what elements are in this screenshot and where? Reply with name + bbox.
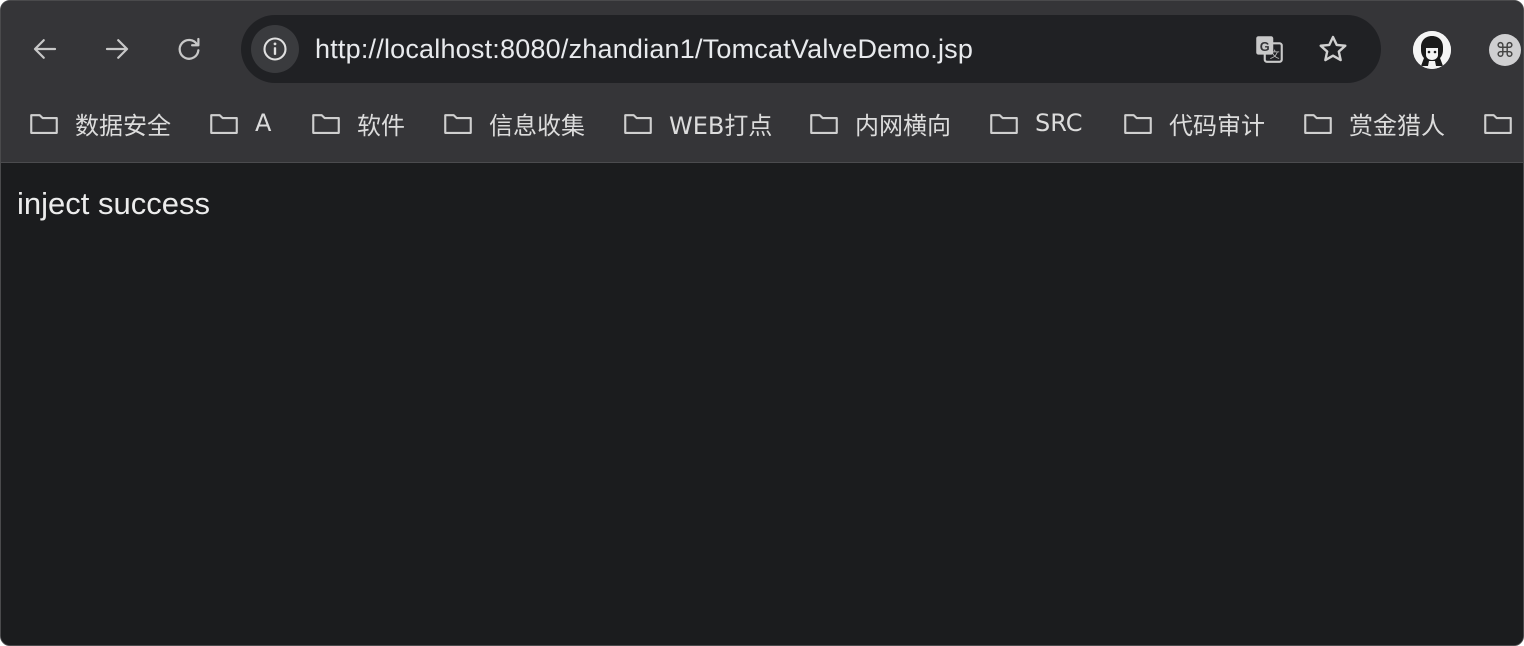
browser-window: http://localhost:8080/zhandian1/TomcatVa…	[0, 0, 1524, 646]
star-icon	[1319, 35, 1347, 62]
bookmark-label: A	[255, 109, 272, 137]
bookmarks-bar: 数据安全 A 软件 信息收集 WEB打点 内网横向 SRC 代码审计 赏金猎人	[1, 97, 1523, 163]
bookmark-folder-web[interactable]: WEB打点	[621, 97, 772, 149]
bookmark-star-button[interactable]	[1315, 31, 1351, 67]
info-icon	[263, 37, 287, 61]
folder-icon	[624, 114, 652, 134]
address-bar[interactable]: http://localhost:8080/zhandian1/TomcatVa…	[241, 15, 1381, 83]
folder-icon	[444, 114, 472, 134]
bookmark-folder-info-gathering[interactable]: 信息收集	[441, 97, 585, 149]
folder-icon	[312, 114, 340, 134]
folder-icon	[30, 114, 58, 134]
page-body-text: inject success	[17, 186, 210, 221]
bookmark-label: 内网横向	[855, 111, 951, 140]
url-text[interactable]: http://localhost:8080/zhandian1/TomcatVa…	[315, 15, 973, 83]
folder-icon	[210, 114, 238, 134]
bookmark-folder-intranet[interactable]: 内网横向	[807, 97, 951, 149]
arrow-right-icon	[105, 39, 129, 59]
reload-icon	[178, 37, 200, 60]
folder-icon	[1484, 114, 1512, 134]
translate-icon: G 文	[1256, 36, 1283, 63]
site-info-button[interactable]	[251, 25, 299, 73]
bookmark-label: WEB打点	[669, 111, 773, 140]
avatar[interactable]	[1413, 31, 1451, 69]
page-content: inject success	[1, 164, 1523, 645]
bookmark-folder-src[interactable]: SRC	[987, 97, 1082, 149]
bookmark-folder-bounty[interactable]: 赏金猎人	[1301, 97, 1445, 149]
translate-button[interactable]: G 文	[1251, 31, 1287, 67]
arrow-left-icon	[33, 39, 57, 59]
bookmark-label: 赏金猎人	[1349, 111, 1445, 140]
back-button[interactable]	[25, 29, 65, 69]
bookmark-label: SRC	[1035, 109, 1083, 137]
reload-button[interactable]	[169, 29, 209, 69]
bookmark-folder-software[interactable]: 软件	[309, 97, 405, 149]
folder-icon	[810, 114, 838, 134]
browser-toolbar: http://localhost:8080/zhandian1/TomcatVa…	[1, 1, 1523, 97]
svg-text:文: 文	[1270, 48, 1280, 61]
svg-text:G: G	[1260, 39, 1270, 54]
forward-button[interactable]	[97, 29, 137, 69]
bookmark-folder-a[interactable]: A	[207, 97, 271, 149]
bookmark-folder-more[interactable]	[1481, 97, 1515, 149]
extension-button[interactable]: ⌘	[1489, 34, 1521, 66]
bookmark-folder-data-security[interactable]: 数据安全	[27, 97, 171, 149]
bookmark-label: 信息收集	[489, 111, 585, 140]
bookmark-label: 软件	[357, 111, 405, 140]
folder-icon	[1304, 114, 1332, 134]
folder-icon	[1124, 114, 1152, 134]
bookmark-label: 代码审计	[1169, 111, 1265, 140]
profile-avatar-icon	[1413, 31, 1451, 69]
bookmark-label: 数据安全	[75, 111, 171, 140]
bookmark-folder-code-audit[interactable]: 代码审计	[1121, 97, 1265, 149]
folder-icon	[990, 114, 1018, 134]
